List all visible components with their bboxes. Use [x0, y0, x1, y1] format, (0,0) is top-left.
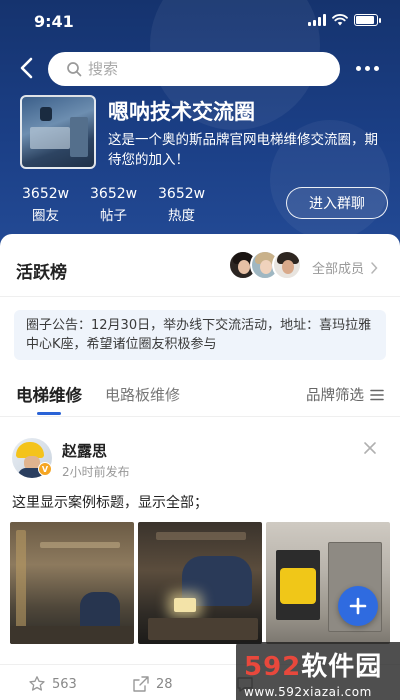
stat-label: 帖子	[100, 208, 128, 224]
post-time: 2小时前发布	[62, 465, 130, 479]
plus-icon	[349, 597, 367, 615]
group-cover-image	[20, 95, 96, 169]
search-input[interactable]	[88, 60, 288, 78]
stat-value: 3652w	[22, 186, 70, 202]
wifi-icon	[332, 14, 348, 26]
active-tab-indicator	[37, 412, 61, 415]
stat-label: 热度	[168, 208, 196, 224]
status-icons	[308, 14, 381, 26]
stat-members: 3652w 圈友	[22, 186, 69, 224]
share-count: 28	[156, 676, 173, 692]
brand-filter-label: 品牌筛选	[306, 388, 364, 404]
stat-label: 圈友	[32, 208, 60, 224]
create-post-button[interactable]	[338, 586, 378, 626]
post-photos	[10, 522, 390, 644]
tab-elevator-repair[interactable]: 电梯维修	[16, 382, 82, 406]
share-icon	[133, 676, 149, 692]
divider	[0, 296, 400, 297]
verified-badge-icon: V	[38, 462, 52, 476]
battery-level	[356, 16, 374, 24]
status-bar: 9:41	[0, 0, 400, 44]
brand-filter-button[interactable]: 品牌筛选	[306, 384, 384, 405]
post-author[interactable]: 赵露思	[62, 440, 107, 461]
post-photo[interactable]	[138, 522, 262, 644]
star-icon	[29, 676, 45, 691]
menu-lines-icon	[370, 389, 384, 400]
site-watermark: 592软件园 www.592xiazai.com	[236, 642, 400, 700]
close-icon[interactable]	[362, 440, 378, 456]
watermark-url: www.592xiazai.com	[244, 685, 372, 699]
all-members-link[interactable]: 全部成员	[312, 258, 378, 277]
watermark-brand: 592软件园	[244, 652, 383, 682]
back-icon[interactable]	[16, 56, 40, 80]
join-chat-button[interactable]: 进入群聊	[286, 187, 388, 219]
post-header: V 赵露思 2小时前发布	[0, 430, 400, 480]
all-members-label: 全部成员	[312, 262, 365, 277]
search-icon	[67, 62, 82, 77]
group-notice: 圈子公告：12月30日，举办线下交流活动，地址：喜玛拉雅中心K座，希望诸位圈友积…	[14, 310, 386, 360]
category-tabs: 电梯维修 电路板维修 品牌筛选	[0, 376, 400, 416]
chevron-right-icon	[371, 261, 378, 274]
stat-posts: 3652w 帖子	[90, 186, 137, 224]
active-board-title: 活跃榜	[16, 263, 67, 283]
stat-value: 3652w	[90, 186, 138, 202]
post-title[interactable]: 这里显示案例标题，显示全部；	[12, 492, 208, 512]
tab-circuit-board-repair[interactable]: 电路板维修	[105, 384, 180, 405]
search-bar[interactable]	[48, 52, 340, 86]
content-card: 活跃榜 全部成员 圈子公告：12月30日，举办线下交流活动，地址：喜玛拉雅中心K…	[0, 234, 400, 700]
divider	[0, 416, 400, 417]
status-time: 9:41	[34, 12, 74, 31]
group-name: 嗯呐技术交流圈	[108, 100, 255, 124]
group-header: 9:41 嗯呐技术交流圈 这是一个奥的斯品牌官网电梯维修交流圈，	[0, 0, 400, 250]
like-count: 563	[52, 676, 77, 692]
avatar	[272, 250, 302, 280]
battery-icon	[354, 14, 381, 26]
stat-heat: 3652w 热度	[158, 186, 205, 224]
post-photo[interactable]	[10, 522, 134, 644]
group-description: 这是一个奥的斯品牌官网电梯维修交流圈，期待您的加入！	[108, 132, 378, 168]
more-icon[interactable]	[356, 60, 382, 76]
share-button[interactable]: 28	[132, 675, 173, 693]
active-member-avatars[interactable]	[228, 250, 304, 282]
signal-icon	[308, 14, 326, 26]
stat-value: 3652w	[158, 186, 206, 202]
post-photo[interactable]	[266, 522, 390, 644]
like-button[interactable]: 563	[28, 675, 77, 693]
